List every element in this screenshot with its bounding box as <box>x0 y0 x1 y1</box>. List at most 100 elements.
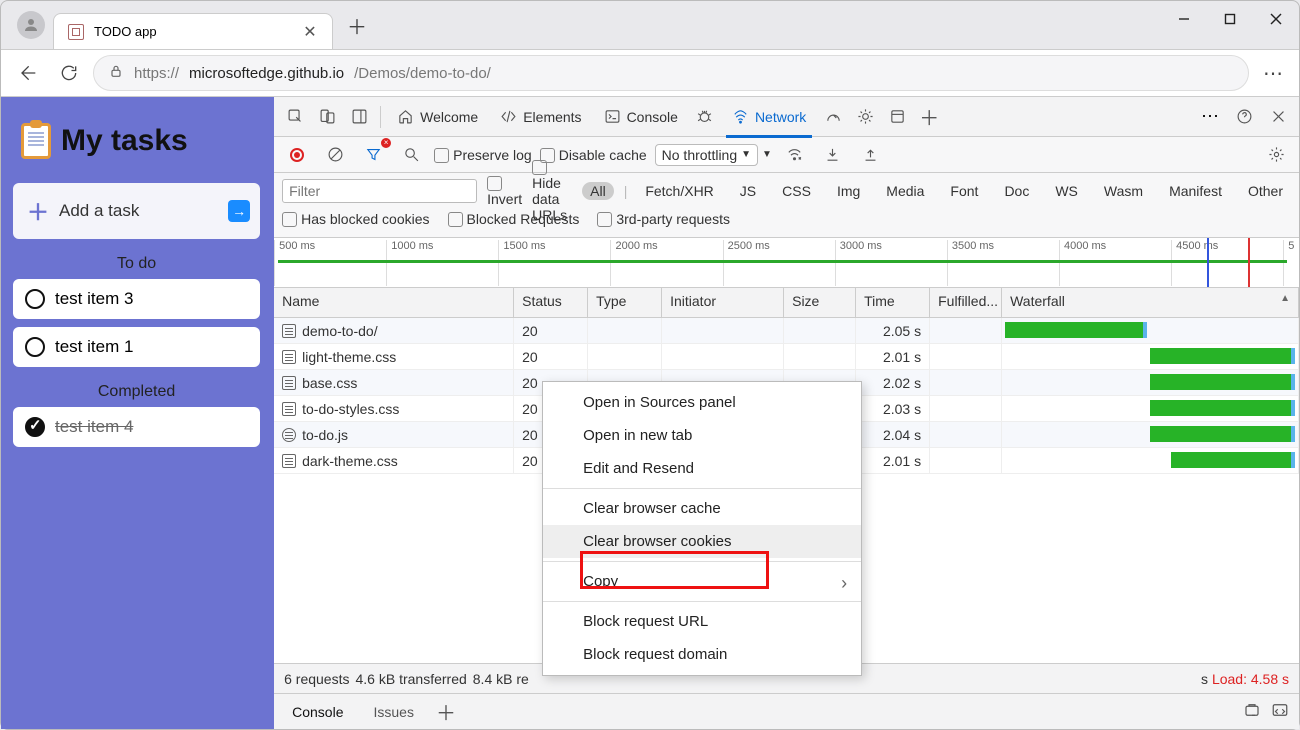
type-filter[interactable]: Doc <box>996 182 1037 200</box>
window-controls <box>1161 1 1299 37</box>
clipboard-icon <box>21 123 51 159</box>
network-filter-bar: Invert Hide data URLs All | Fetch/XHR JS… <box>274 173 1299 238</box>
file-icon <box>282 428 296 442</box>
todo-app: My tasks ＋ Add a task → To do test item … <box>1 97 272 729</box>
tab-console[interactable]: Console <box>594 97 688 137</box>
file-icon <box>282 350 296 364</box>
settings-icon[interactable] <box>1261 140 1291 170</box>
devtools-tabstrip: Welcome Elements Console Network ＋ ⋯ <box>274 97 1299 137</box>
clear-button[interactable] <box>320 140 350 170</box>
plus-icon: ＋ <box>27 195 49 227</box>
titlebar: TODO app ✕ ＋ <box>1 1 1299 49</box>
menu-clear-cache[interactable]: Clear browser cache <box>543 492 861 525</box>
file-icon <box>282 324 296 338</box>
network-overview[interactable]: 500 ms 1000 ms 1500 ms 2000 ms 2500 ms 3… <box>274 238 1299 288</box>
import-icon[interactable] <box>818 140 848 170</box>
close-window-button[interactable] <box>1253 1 1299 37</box>
type-filter[interactable]: JS <box>732 182 764 200</box>
invert-checkbox[interactable]: Invert <box>487 175 522 207</box>
drawer-add-icon[interactable]: ＋ <box>436 697 456 726</box>
close-tab-icon[interactable]: ✕ <box>302 24 318 40</box>
add-task-placeholder: Add a task <box>59 201 139 221</box>
grid-header: Name Status Type Initiator Size Time Ful… <box>274 288 1299 318</box>
tab-welcome[interactable]: Welcome <box>387 97 488 137</box>
request-row[interactable]: light-theme.css202.01 s <box>274 344 1299 370</box>
help-icon[interactable] <box>1229 102 1259 132</box>
drawer-expand-icon[interactable] <box>1271 701 1289 722</box>
type-filter[interactable]: Media <box>878 182 932 200</box>
search-icon[interactable] <box>396 140 426 170</box>
type-filter[interactable]: Manifest <box>1161 182 1230 200</box>
menu-copy[interactable]: Copy <box>543 565 861 598</box>
completed-section-label: Completed <box>13 383 260 401</box>
task-checkbox[interactable] <box>25 289 45 309</box>
menu-edit-resend[interactable]: Edit and Resend <box>543 452 861 485</box>
type-filter[interactable]: Font <box>942 182 986 200</box>
menu-open-sources[interactable]: Open in Sources panel <box>543 386 861 419</box>
inspect-icon[interactable] <box>280 102 310 132</box>
task-checkbox[interactable] <box>25 337 45 357</box>
file-icon <box>282 454 296 468</box>
url-box[interactable]: https://microsoftedge.github.io/Demos/de… <box>93 55 1249 91</box>
network-conditions-icon[interactable] <box>780 140 810 170</box>
task-checkbox-checked[interactable] <box>25 417 45 437</box>
back-button[interactable] <box>9 55 45 91</box>
context-menu: Open in Sources panel Open in new tab Ed… <box>542 381 862 676</box>
devtools-panel: Welcome Elements Console Network ＋ ⋯ × P… <box>272 97 1299 729</box>
todo-section-label: To do <box>13 255 260 273</box>
menu-open-tab[interactable]: Open in new tab <box>543 419 861 452</box>
export-icon[interactable] <box>856 140 886 170</box>
minimize-button[interactable] <box>1161 1 1207 37</box>
devtools-close-icon[interactable] <box>1263 102 1293 132</box>
request-row[interactable]: demo-to-do/202.05 s <box>274 318 1299 344</box>
device-icon[interactable] <box>312 102 342 132</box>
type-filter[interactable]: CSS <box>774 182 819 200</box>
lock-icon <box>108 63 124 83</box>
more-button[interactable]: ⋯ <box>1255 55 1291 91</box>
task-item[interactable]: test item 3 <box>13 279 260 319</box>
menu-block-domain[interactable]: Block request domain <box>543 638 861 671</box>
type-filter[interactable]: Img <box>829 182 868 200</box>
refresh-button[interactable] <box>51 55 87 91</box>
drawer-tab-console[interactable]: Console <box>284 700 351 724</box>
maximize-button[interactable] <box>1207 1 1253 37</box>
type-filter[interactable]: Other <box>1240 182 1291 200</box>
file-icon <box>282 376 296 390</box>
menu-clear-cookies[interactable]: Clear browser cookies <box>543 525 861 558</box>
bug-icon[interactable] <box>690 102 720 132</box>
profile-avatar[interactable] <box>17 11 45 39</box>
menu-block-url[interactable]: Block request URL <box>543 605 861 638</box>
new-tab-button[interactable]: ＋ <box>341 9 373 41</box>
devtools-more-icon[interactable]: ⋯ <box>1195 102 1225 132</box>
performance-icon[interactable] <box>818 102 848 132</box>
filter-input[interactable] <box>282 179 477 203</box>
blocked-requests-checkbox[interactable]: Blocked Requests <box>448 211 580 227</box>
add-tab-icon[interactable]: ＋ <box>914 102 944 132</box>
tab-network[interactable]: Network <box>722 97 816 137</box>
browser-tab[interactable]: TODO app ✕ <box>53 13 333 49</box>
task-item-done[interactable]: test item 4 <box>13 407 260 447</box>
tab-elements[interactable]: Elements <box>490 97 591 137</box>
dock-icon[interactable] <box>344 102 374 132</box>
record-button[interactable] <box>282 140 312 170</box>
memory-icon[interactable] <box>850 102 880 132</box>
filter-toggle[interactable]: × <box>358 140 388 170</box>
task-item[interactable]: test item 1 <box>13 327 260 367</box>
third-party-checkbox[interactable]: 3rd-party requests <box>597 211 730 227</box>
drawer-tab-issues[interactable]: Issues <box>365 700 421 724</box>
type-filter[interactable]: All <box>582 182 614 200</box>
preserve-log-checkbox[interactable]: Preserve log <box>434 147 532 163</box>
app-icon[interactable] <box>882 102 912 132</box>
add-task-input[interactable]: ＋ Add a task → <box>13 183 260 239</box>
type-filter[interactable]: Fetch/XHR <box>637 182 721 200</box>
url-path: /Demos/demo-to-do/ <box>354 65 491 82</box>
throttle-select[interactable]: No throttling▼ <box>655 144 758 166</box>
file-icon <box>282 402 296 416</box>
type-filter[interactable]: WS <box>1047 182 1086 200</box>
network-toolbar: × Preserve log Disable cache No throttli… <box>274 137 1299 173</box>
type-filter[interactable]: Wasm <box>1096 182 1151 200</box>
submit-task-button[interactable]: → <box>228 200 250 222</box>
blocked-cookies-checkbox[interactable]: Has blocked cookies <box>282 211 429 227</box>
drawer-icon[interactable] <box>1243 701 1261 722</box>
address-bar: https://microsoftedge.github.io/Demos/de… <box>1 49 1299 97</box>
